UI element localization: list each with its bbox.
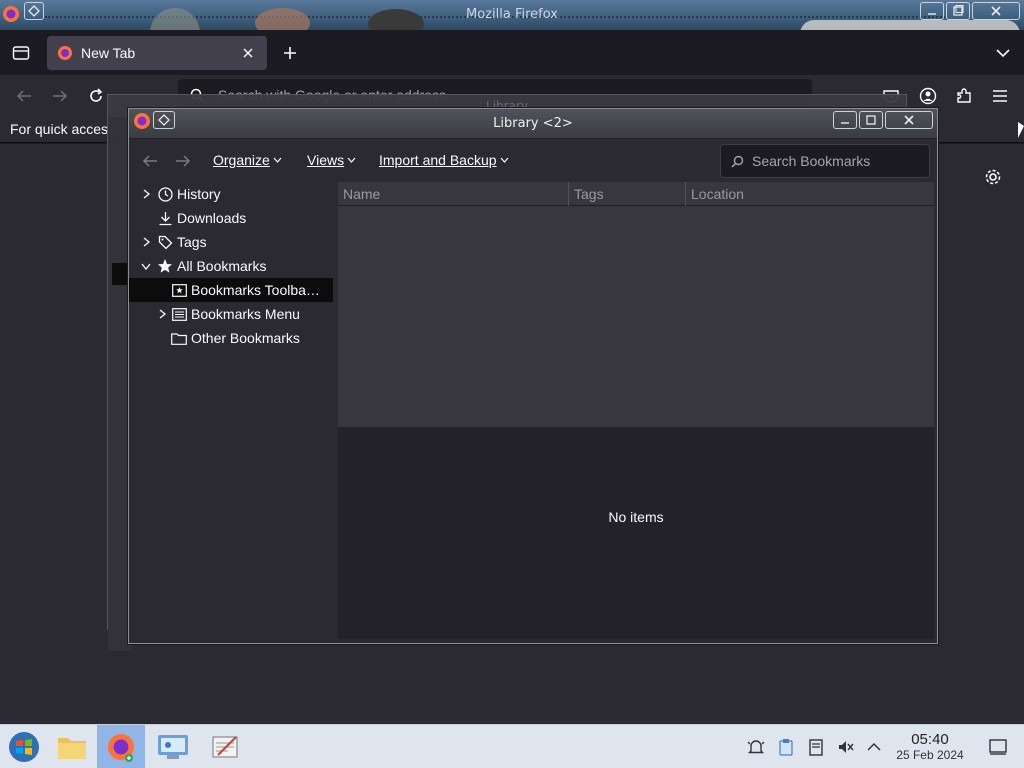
- tag-icon: [157, 234, 173, 250]
- column-header-location[interactable]: Location: [686, 182, 934, 206]
- tab-strip: New Tab: [0, 30, 1024, 75]
- close-button[interactable]: [972, 2, 1020, 20]
- tab-close-icon[interactable]: [239, 44, 257, 62]
- forward-button[interactable]: [47, 83, 73, 109]
- tree-label: Bookmarks Toolba…: [191, 282, 320, 298]
- tree-item-downloads[interactable]: Downloads: [129, 206, 333, 230]
- tree-label: Tags: [177, 234, 207, 250]
- column-header-name[interactable]: Name: [338, 182, 569, 206]
- taskbar-control-panel[interactable]: [149, 725, 197, 768]
- tree-item-bookmarks-toolbar[interactable]: Bookmarks Toolba…: [129, 278, 333, 302]
- import-backup-label: Import and Backup: [379, 152, 497, 168]
- clock-icon: [157, 186, 173, 202]
- library-toolbar: Organize Views Import and Backup: [129, 140, 937, 182]
- clock-time[interactable]: 05:40: [895, 731, 965, 748]
- details-pane: No items: [338, 427, 934, 639]
- notifications-icon[interactable]: [746, 737, 766, 757]
- minimize-button[interactable]: [920, 2, 944, 20]
- chevron-up-icon[interactable]: [864, 737, 884, 757]
- chevron-right-icon[interactable]: [139, 187, 153, 201]
- window-title: Mozilla Firefox: [466, 7, 558, 22]
- tree-item-other-bookmarks[interactable]: Other Bookmarks: [129, 326, 333, 350]
- chevron-right-icon[interactable]: [139, 235, 153, 249]
- chevron-down-icon: [347, 157, 356, 163]
- new-tab-button[interactable]: [278, 41, 302, 65]
- forward-button[interactable]: [172, 150, 194, 172]
- back-button[interactable]: [11, 83, 37, 109]
- bookmark-menu-icon: [171, 306, 187, 322]
- taskbar-text-editor[interactable]: [201, 725, 249, 768]
- firefox-titlebar: Mozilla Firefox: [0, 0, 1024, 30]
- places-tree: History Downloads Tags All Bookmarks Boo…: [129, 182, 333, 642]
- taskbar-file-manager[interactable]: [48, 725, 96, 768]
- table-header: Name Tags Location: [338, 182, 934, 206]
- minimize-button[interactable]: [833, 111, 857, 129]
- chevron-down-icon: [500, 157, 509, 163]
- tab-new-tab[interactable]: New Tab: [47, 36, 267, 70]
- storage-icon[interactable]: [806, 737, 826, 757]
- bookmark-toolbar-icon: [171, 282, 187, 298]
- organize-menu[interactable]: Organize: [213, 152, 282, 168]
- firefox-view-button[interactable]: [8, 40, 34, 66]
- maximize-button[interactable]: [946, 2, 970, 20]
- tree-item-all-bookmarks[interactable]: All Bookmarks: [129, 254, 333, 278]
- extensions-icon[interactable]: [951, 83, 977, 109]
- taskbar-firefox[interactable]: [97, 725, 145, 768]
- back-button[interactable]: [139, 150, 161, 172]
- folder-icon: [171, 330, 187, 346]
- organize-label: Organize: [213, 152, 270, 168]
- mouse-cursor: [1018, 122, 1024, 138]
- tree-item-bookmarks-menu[interactable]: Bookmarks Menu: [129, 302, 333, 326]
- search-bookmarks-input[interactable]: [752, 153, 912, 169]
- clock-date[interactable]: 25 Feb 2024: [885, 748, 975, 762]
- start-menu-button[interactable]: [0, 725, 48, 768]
- chevron-right-icon[interactable]: [155, 307, 169, 321]
- firefox-tab-icon: [57, 45, 73, 61]
- import-backup-menu[interactable]: Import and Backup: [379, 152, 509, 168]
- start-menu-icon: [8, 731, 40, 763]
- tree-label: Other Bookmarks: [191, 330, 300, 346]
- close-button[interactable]: [885, 111, 933, 129]
- tab-label: New Tab: [81, 45, 136, 61]
- column-header-tags[interactable]: Tags: [569, 182, 686, 206]
- taskbar: 05:40 25 Feb 2024: [0, 724, 1024, 768]
- tree-label: Downloads: [177, 210, 247, 226]
- file-manager-icon: [57, 734, 87, 760]
- text-editor-icon: [210, 733, 240, 761]
- hamburger-menu-icon[interactable]: [987, 83, 1013, 109]
- library-window[interactable]: Library <2> Organize Views Import and Ba…: [128, 108, 938, 644]
- maximize-button[interactable]: [859, 111, 883, 129]
- bookmarks-table: Name Tags Location: [338, 182, 934, 427]
- show-desktop-icon[interactable]: [988, 737, 1008, 757]
- bookmarks-hint-text: For quick acces: [10, 121, 109, 137]
- tree-label: History: [177, 186, 221, 202]
- reload-button[interactable]: [83, 83, 109, 109]
- library-titlebar: Library <2>: [129, 109, 937, 139]
- list-all-tabs-button[interactable]: [992, 42, 1014, 64]
- control-panel-icon: [157, 733, 189, 761]
- tree-label: All Bookmarks: [177, 258, 267, 274]
- chevron-down-icon[interactable]: [139, 259, 153, 273]
- search-icon: [731, 155, 744, 168]
- no-items-text: No items: [608, 509, 664, 525]
- tree-item-tags[interactable]: Tags: [129, 230, 333, 254]
- chevron-down-icon: [273, 157, 282, 163]
- star-icon: [157, 258, 173, 274]
- views-menu[interactable]: Views: [307, 152, 356, 168]
- download-icon: [157, 210, 173, 226]
- account-icon[interactable]: [915, 83, 941, 109]
- gear-icon[interactable]: [982, 166, 1004, 188]
- clipboard-icon[interactable]: [776, 737, 796, 757]
- library-title: Library <2>: [493, 116, 573, 131]
- tree-item-history[interactable]: History: [129, 182, 333, 206]
- tree-label: Bookmarks Menu: [191, 306, 300, 322]
- search-bookmarks-field[interactable]: [720, 144, 930, 178]
- views-label: Views: [307, 152, 345, 168]
- volume-muted-icon[interactable]: [836, 737, 856, 757]
- firefox-icon: [106, 732, 136, 762]
